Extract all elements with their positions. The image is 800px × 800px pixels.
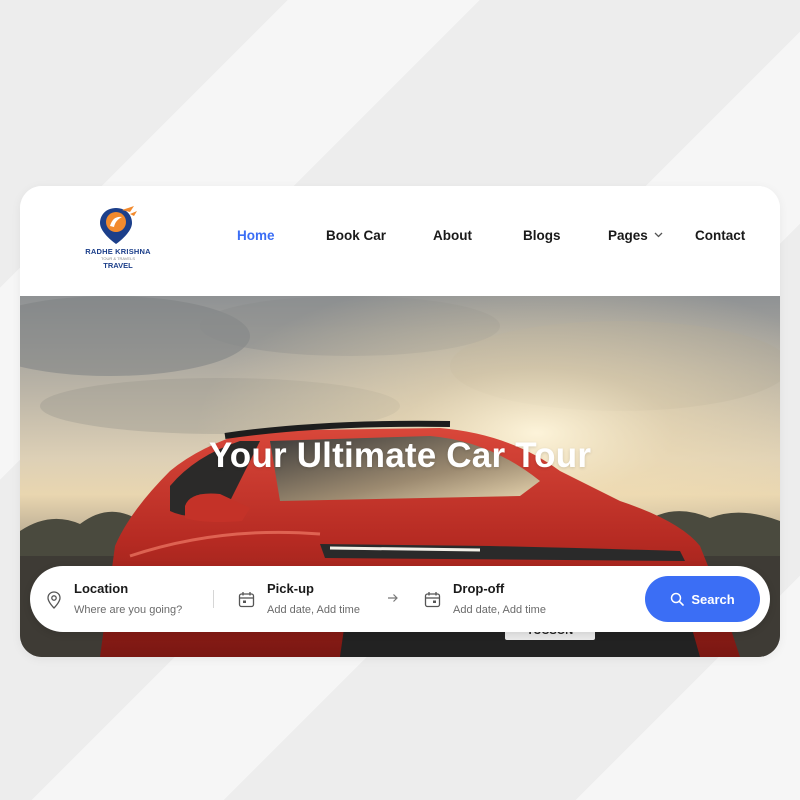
- calendar-icon: [238, 592, 255, 608]
- map-pin-icon: [47, 591, 61, 609]
- pickup-field[interactable]: Pick-up Add date, Add time: [230, 566, 390, 632]
- nav-pages-label: Pages: [608, 228, 648, 243]
- dropoff-label: Drop-off: [453, 581, 505, 596]
- nav-about[interactable]: About: [433, 228, 472, 243]
- search-icon: [671, 592, 685, 606]
- chevron-down-icon: [654, 232, 663, 238]
- nav-home[interactable]: Home: [237, 228, 275, 243]
- brand-tagline: TOUR & TRAVELS: [100, 255, 135, 261]
- pickup-placeholder: Add date, Add time: [267, 604, 360, 616]
- nav-book-car[interactable]: Book Car: [326, 228, 386, 243]
- location-placeholder: Where are you going?: [74, 604, 183, 616]
- hero-title: Your Ultimate Car Tour: [208, 436, 592, 475]
- search-button-label: Search: [691, 591, 735, 607]
- location-label: Location: [74, 581, 129, 596]
- arrow-right-icon: [388, 594, 398, 602]
- brand-subname: TRAVEL: [103, 260, 133, 270]
- hero-section: TUCSON Your Ultimate Car Tour Location W…: [20, 296, 780, 657]
- brand-name: RADHE KRISHNA: [85, 247, 151, 256]
- search-button[interactable]: Search: [645, 576, 760, 622]
- location-field[interactable]: Location Where are you going?: [30, 566, 215, 632]
- field-divider: [213, 590, 214, 608]
- dropoff-placeholder: Add date, Add time: [453, 604, 546, 616]
- calendar-icon: [424, 592, 441, 608]
- main-nav: Home Book Car About Blogs Pages Contact: [20, 228, 780, 248]
- nav-contact[interactable]: Contact: [695, 228, 745, 243]
- nav-pages[interactable]: Pages: [608, 228, 663, 243]
- site-header: RADHE KRISHNA TOUR & TRAVELS TRAVEL Home…: [20, 186, 780, 296]
- booking-search-bar: Location Where are you going? Pick-up Ad…: [30, 566, 770, 632]
- website-preview-card: RADHE KRISHNA TOUR & TRAVELS TRAVEL Home…: [20, 186, 780, 657]
- nav-blogs[interactable]: Blogs: [523, 228, 561, 243]
- dropoff-field[interactable]: Drop-off Add date, Add time: [420, 566, 600, 632]
- pickup-label: Pick-up: [267, 581, 314, 596]
